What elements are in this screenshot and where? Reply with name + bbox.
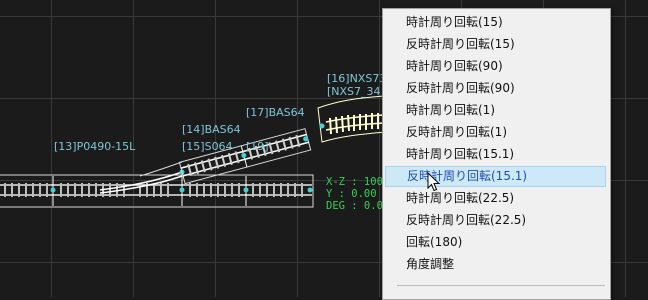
track-label-p0490: [13]P0490-15L [54,140,136,153]
track-label-nxs7-34: [NXS7_34 [327,85,381,98]
context-menu: 時計周り回転(15) 反時計周り回転(15) 時計周り回転(90) 反時計周り回… [382,8,611,300]
track-label-bas64-17: [17]BAS64 [246,106,305,119]
track-label-s064-partial: [19] [246,140,269,153]
menu-item-cw-15-1[interactable]: 時計周り回転(15.1) [385,144,606,165]
menu-item-ccw-90[interactable]: 反時計周り回転(90) [385,78,606,99]
turnout-track[interactable] [99,161,185,194]
coord-deg: DEG : 0.00 [326,200,390,212]
menu-item-angle-adjust[interactable]: 角度調整 [385,254,606,275]
coord-xz: X-Z : 1001 [326,176,390,188]
menu-item-ccw-15-1[interactable]: 反時計周り回転(15.1) [385,166,606,187]
menu-item-ccw-1[interactable]: 反時計周り回転(1) [385,122,606,143]
menu-separator [397,285,605,286]
track-label-nxs73: [16]NXS73 [327,72,387,85]
track-label-bas64-14: [14]BAS64 [182,123,241,136]
menu-item-rotate-180[interactable]: 回転(180) [385,232,606,253]
menu-item-cw-15[interactable]: 時計周り回転(15) [385,12,606,33]
menu-item-ccw-15[interactable]: 反時計周り回転(15) [385,34,606,55]
menu-item-cw-1[interactable]: 時計周り回転(1) [385,100,606,121]
coord-y: Y : 0.00 [326,188,377,200]
menu-item-ccw-22-5[interactable]: 反時計周り回転(22.5) [385,210,606,231]
selected-curve-track[interactable] [317,95,387,143]
menu-item-cw-90[interactable]: 時計周り回転(90) [385,56,606,77]
arrow-cursor [427,172,441,192]
menu-item-cw-22-5[interactable]: 時計周り回転(22.5) [385,188,606,209]
track-label-s064: [15]S064 [182,140,233,153]
